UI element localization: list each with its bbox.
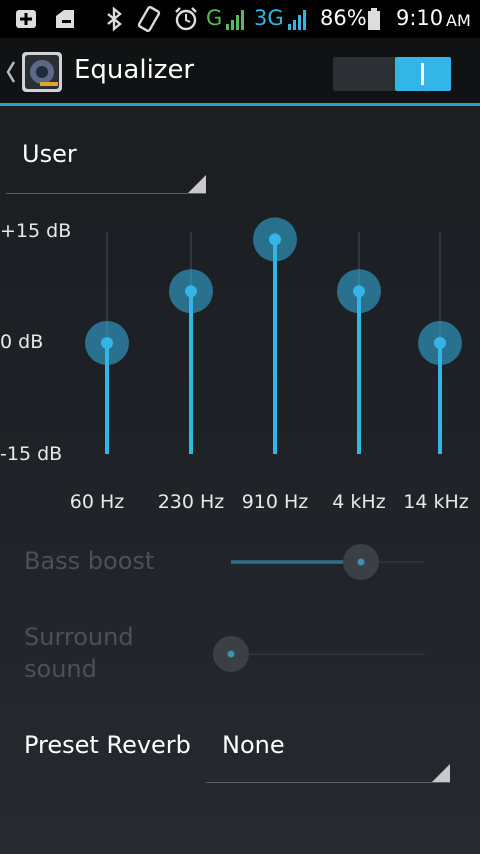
reverb-dropdown-arrow-icon[interactable] [432,764,450,782]
surround-thumb[interactable] [227,650,235,658]
bass-boost-thumb[interactable] [357,558,365,566]
preset-reverb-label: Preset Reverb [24,731,191,759]
reverb-spinner-underline [206,782,450,783]
preset-reverb-value[interactable]: None [222,731,285,759]
effect-sliders [213,544,425,672]
